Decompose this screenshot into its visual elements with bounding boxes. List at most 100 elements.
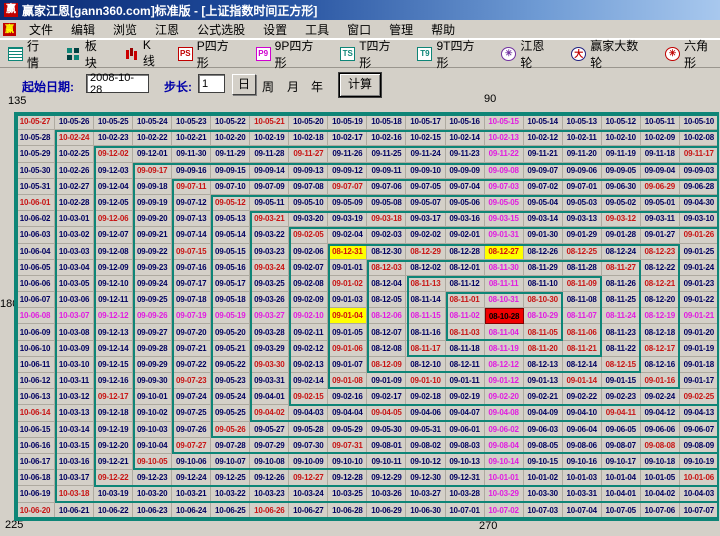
grid-cell[interactable]: 09-12-18 xyxy=(94,405,133,421)
grid-cell[interactable]: 10-05-16 xyxy=(446,114,485,130)
grid-cell[interactable]: 10-03-13 xyxy=(55,405,94,421)
grid-cell[interactable]: 09-09-29 xyxy=(133,357,172,373)
grid-cell[interactable]: 09-07-09 xyxy=(250,179,289,195)
grid-cell[interactable]: 09-08-05 xyxy=(524,438,563,454)
grid-cell[interactable]: 09-07-28 xyxy=(211,438,250,454)
grid-cell[interactable]: 10-06-15 xyxy=(16,422,55,438)
grid-cell[interactable]: 09-03-14 xyxy=(524,211,563,227)
grid-cell[interactable]: 10-03-08 xyxy=(55,324,94,340)
grid-cell[interactable]: 10-06-11 xyxy=(16,357,55,373)
grid-cell[interactable]: 10-01-01 xyxy=(485,470,524,486)
grid-cell[interactable]: 09-01-07 xyxy=(328,357,367,373)
grid-cell[interactable]: 09-05-12 xyxy=(211,195,250,211)
grid-cell[interactable]: 09-04-08 xyxy=(485,405,524,421)
grid-cell[interactable]: 09-05-15 xyxy=(211,244,250,260)
grid-cell[interactable]: 08-12-23 xyxy=(641,244,680,260)
grid-cell[interactable]: 09-10-11 xyxy=(367,454,406,470)
grid-cell[interactable]: 09-10-16 xyxy=(563,454,602,470)
grid-cell[interactable]: 08-11-17 xyxy=(406,341,445,357)
grid-cell[interactable]: 09-10-08 xyxy=(250,454,289,470)
grid-cell[interactable]: 09-02-05 xyxy=(289,227,328,243)
grid-cell[interactable]: 10-03-17 xyxy=(55,470,94,486)
grid-cell[interactable]: 10-05-27 xyxy=(16,114,55,130)
grid-cell[interactable]: 10-05-25 xyxy=(94,114,133,130)
grid-cell[interactable]: 09-05-01 xyxy=(641,195,680,211)
grid-cell[interactable]: 09-10-15 xyxy=(524,454,563,470)
grid-cell[interactable]: 10-03-25 xyxy=(328,486,367,502)
grid-cell[interactable]: 10-03-26 xyxy=(367,486,406,502)
grid-cell[interactable]: 08-12-16 xyxy=(641,357,680,373)
grid-cell[interactable]: 08-11-01 xyxy=(446,292,485,308)
grid-cell[interactable]: 09-10-05 xyxy=(133,454,172,470)
grid-cell[interactable]: 10-06-01 xyxy=(16,195,55,211)
grid-cell[interactable]: 09-11-22 xyxy=(485,146,524,162)
grid-cell[interactable]: 09-09-03 xyxy=(680,163,719,179)
grid-cell[interactable]: 10-06-23 xyxy=(133,503,172,519)
grid-cell[interactable]: 10-03-01 xyxy=(55,211,94,227)
grid-cell[interactable]: 09-03-15 xyxy=(485,211,524,227)
grid-cell[interactable]: 09-10-14 xyxy=(485,454,524,470)
grid-cell[interactable]: 09-01-05 xyxy=(328,324,367,340)
grid-cell[interactable]: 09-10-17 xyxy=(602,454,641,470)
grid-cell[interactable]: 09-09-06 xyxy=(563,163,602,179)
period-week-button[interactable]: 周 xyxy=(262,78,274,95)
grid-cell[interactable]: 09-02-06 xyxy=(289,244,328,260)
grid-cell[interactable]: 09-04-10 xyxy=(563,405,602,421)
grid-cell[interactable]: 09-02-10 xyxy=(289,308,328,324)
grid-cell[interactable]: 08-12-21 xyxy=(641,276,680,292)
grid-cell[interactable]: 09-09-04 xyxy=(641,163,680,179)
grid-cell[interactable]: 09-12-22 xyxy=(94,470,133,486)
grid-cell[interactable]: 09-12-05 xyxy=(94,195,133,211)
grid-cell[interactable]: 09-12-10 xyxy=(94,276,133,292)
grid-cell[interactable]: 09-09-21 xyxy=(133,227,172,243)
grid-cell[interactable]: 08-11-29 xyxy=(524,260,563,276)
grid-cell[interactable]: 08-11-24 xyxy=(602,308,641,324)
grid-cell[interactable]: 09-06-05 xyxy=(602,422,641,438)
grid-cell[interactable]: 09-06-29 xyxy=(641,179,680,195)
grid-cell[interactable]: 08-12-12 xyxy=(485,357,524,373)
grid-cell[interactable]: 09-12-30 xyxy=(406,470,445,486)
grid-cell[interactable]: 09-07-18 xyxy=(172,292,211,308)
grid-cell[interactable]: 09-12-25 xyxy=(211,470,250,486)
grid-cell[interactable]: 10-03-03 xyxy=(55,244,94,260)
period-day-button[interactable]: 日 xyxy=(232,74,256,95)
grid-cell[interactable]: 09-01-03 xyxy=(328,292,367,308)
grid-cell[interactable]: 09-04-02 xyxy=(250,405,289,421)
grid-cell[interactable]: 09-03-17 xyxy=(406,211,445,227)
grid-cell[interactable]: 09-07-03 xyxy=(485,179,524,195)
grid-cell[interactable]: 09-07-15 xyxy=(172,244,211,260)
grid-cell[interactable]: 09-07-25 xyxy=(172,405,211,421)
grid-cell[interactable]: 10-06-03 xyxy=(16,227,55,243)
grid-cell[interactable]: 09-02-17 xyxy=(367,389,406,405)
grid-cell[interactable]: 10-02-15 xyxy=(406,130,445,146)
grid-cell[interactable]: 09-07-04 xyxy=(446,179,485,195)
grid-cell[interactable]: 08-10-29 xyxy=(524,308,563,324)
grid-cell[interactable]: 09-10-12 xyxy=(406,454,445,470)
grid-cell[interactable]: 10-05-31 xyxy=(16,179,55,195)
grid-cell[interactable]: 10-03-16 xyxy=(55,454,94,470)
grid-cell[interactable]: 09-05-19 xyxy=(211,308,250,324)
grid-cell[interactable]: 09-12-24 xyxy=(172,470,211,486)
grid-cell[interactable]: 10-02-13 xyxy=(485,130,524,146)
grid-cell[interactable]: 10-06-29 xyxy=(367,503,406,519)
grid-cell[interactable]: 10-03-19 xyxy=(94,486,133,502)
menu-item-browse[interactable]: 浏览 xyxy=(104,20,146,39)
grid-cell[interactable]: 09-03-26 xyxy=(250,292,289,308)
grid-cell[interactable]: 09-01-30 xyxy=(524,227,563,243)
grid-cell[interactable]: 09-09-22 xyxy=(133,244,172,260)
grid-cell[interactable]: 09-03-13 xyxy=(563,211,602,227)
grid-cell[interactable]: 09-01-15 xyxy=(602,373,641,389)
grid-cell[interactable]: 08-12-07 xyxy=(367,324,406,340)
grid-cell[interactable]: 09-05-22 xyxy=(211,357,250,373)
grid-cell[interactable]: 10-06-17 xyxy=(16,454,55,470)
grid-cell[interactable]: 09-06-30 xyxy=(602,179,641,195)
grid-cell[interactable]: 09-09-25 xyxy=(133,292,172,308)
grid-cell[interactable]: 09-06-02 xyxy=(485,422,524,438)
grid-cell[interactable]: 09-04-07 xyxy=(446,405,485,421)
grid-cell[interactable]: 09-07-11 xyxy=(172,179,211,195)
grid-cell[interactable]: 09-05-27 xyxy=(250,422,289,438)
grid-cell[interactable]: 09-01-18 xyxy=(680,357,719,373)
grid-cell[interactable]: 09-09-08 xyxy=(485,163,524,179)
grid-cell[interactable]: 10-01-03 xyxy=(563,470,602,486)
grid-cell[interactable]: 09-12-01 xyxy=(133,146,172,162)
